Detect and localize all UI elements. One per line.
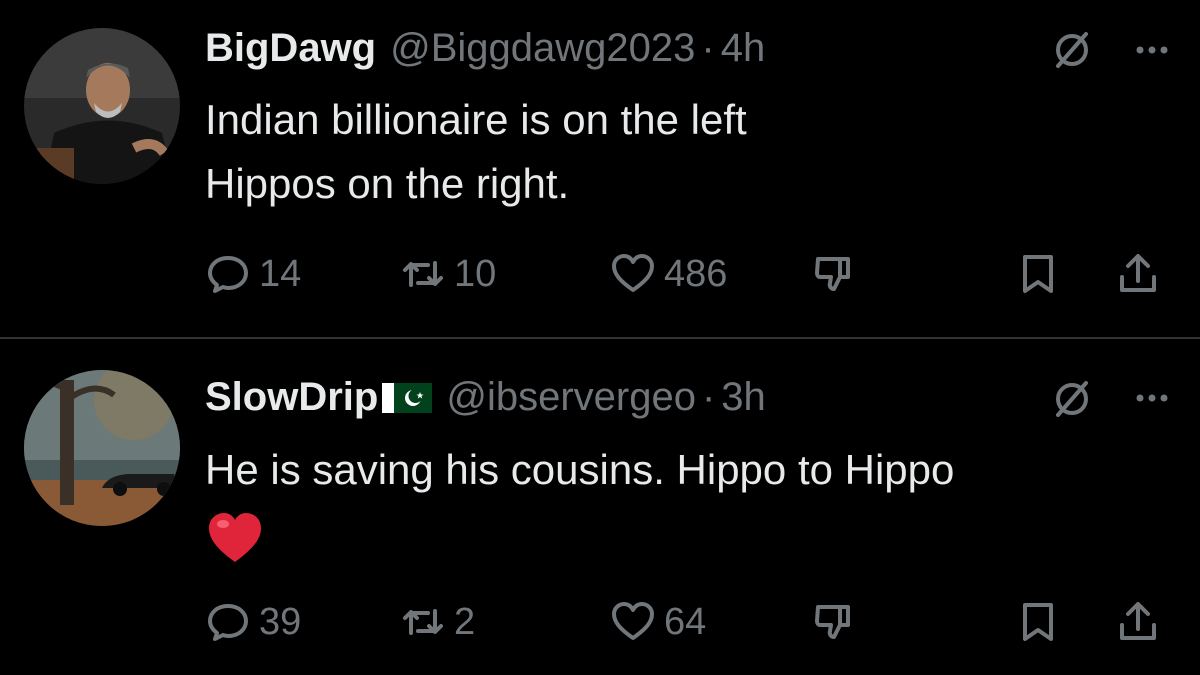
pakistan-flag-icon [382,383,433,413]
tweet-text-line: He is saving his cousins. Hippo to Hippo [205,446,955,493]
share-button[interactable] [1115,244,1161,304]
tweet-text-line: Indian billionaire is on the left [205,96,747,143]
timestamp[interactable]: 4h [721,24,766,72]
dislike-icon [815,257,850,291]
display-name[interactable]: SlowDrip [205,373,378,421]
reply-count: 14 [259,252,302,295]
tweet-text: He is saving his cousins. Hippo to Hippo [205,438,1185,568]
like-count: 64 [664,600,707,643]
tweet-text: Indian billionaire is on the left Hippos… [205,88,1185,216]
action-bar: 14 10 486 [205,244,1175,304]
like-icon [612,602,654,640]
retweet-icon [403,261,443,287]
dislike-icon [815,605,850,639]
share-button[interactable] [1115,592,1161,652]
retweet-button[interactable]: 10 [400,244,496,304]
separator-dot: · [701,26,715,70]
action-bar: 39 2 64 [205,592,1175,652]
more-icon[interactable] [1132,378,1172,418]
retweet-icon [403,609,443,635]
reply-icon [208,604,248,641]
tweet-text-line: Hippos on the right. [205,160,570,207]
like-button[interactable]: 64 [610,592,706,652]
dislike-button[interactable] [810,244,856,304]
retweet-count: 10 [454,252,497,295]
user-handle[interactable]: @Biggdawg2023 [390,24,695,72]
timestamp[interactable]: 3h [721,373,766,421]
dislike-button[interactable] [810,592,856,652]
reply-count: 39 [259,600,302,643]
reply-button[interactable]: 14 [205,244,301,304]
bookmark-button[interactable] [1015,244,1061,304]
like-icon [612,254,654,292]
display-name[interactable]: BigDawg [205,24,376,72]
retweet-button[interactable]: 2 [400,592,475,652]
user-handle[interactable]: @ibservergeo [446,373,696,421]
divider [0,337,1200,339]
tweet[interactable]: BigDawg @Biggdawg2023 · 4h Indian billio… [0,0,1200,338]
bookmark-icon [1023,255,1053,293]
reply-icon [208,256,248,293]
bookmark-icon [1023,603,1053,641]
like-count: 486 [664,252,728,295]
like-button[interactable]: 486 [610,244,727,304]
red-heart-emoji-icon [209,513,261,562]
retweet-count: 2 [454,600,476,643]
tweet[interactable]: SlowDrip @ibservergeo · 3h He is saving … [0,340,1200,675]
reply-button[interactable]: 39 [205,592,301,652]
separator-dot: · [701,375,716,419]
avatar[interactable] [24,370,180,526]
share-icon [1120,254,1156,292]
more-icon[interactable] [1132,30,1172,70]
share-icon [1120,602,1156,640]
bookmark-button[interactable] [1015,592,1061,652]
hide-icon[interactable] [1048,26,1096,74]
hide-icon[interactable] [1048,375,1096,423]
avatar[interactable] [24,28,180,184]
